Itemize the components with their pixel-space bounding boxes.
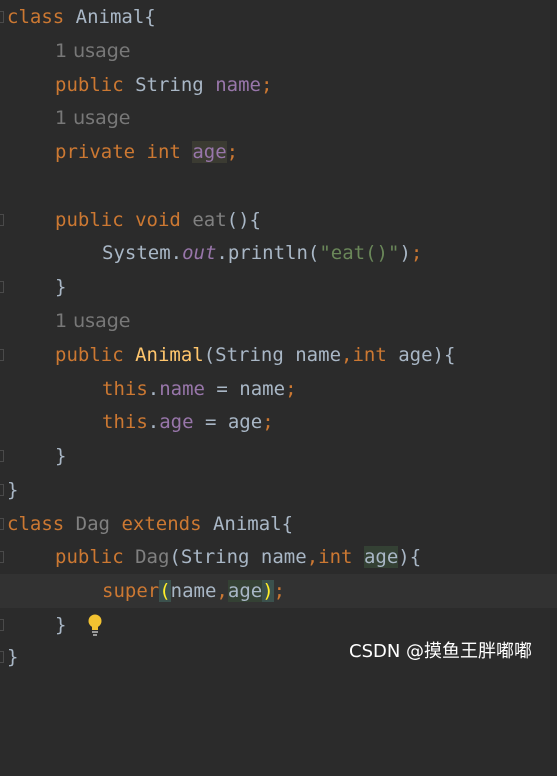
punctuation: (){ (226, 209, 261, 231)
comma: , (216, 580, 228, 602)
semicolon: ; (260, 74, 273, 96)
keyword: int (146, 141, 181, 163)
usage-hint[interactable]: 1 usage (55, 34, 130, 68)
current-code-line[interactable]: super(name,age); (0, 574, 557, 636)
fold-marker-icon[interactable] (0, 349, 4, 361)
fold-marker-icon[interactable] (0, 450, 4, 462)
closing-brace: } (7, 479, 19, 501)
code-line[interactable]: } (0, 473, 557, 507)
comma: , (341, 344, 353, 366)
comma: , (306, 546, 319, 568)
semicolon: ; (262, 411, 274, 433)
semicolon: ; (410, 242, 423, 264)
fold-marker-icon[interactable] (0, 281, 4, 293)
superclass-name: Animal{ (212, 513, 294, 535)
closing-brace: } (55, 614, 67, 636)
keyword: public (55, 74, 124, 96)
keyword: this (102, 378, 148, 400)
code-line[interactable]: private int age; (0, 135, 557, 169)
fold-marker-icon[interactable] (0, 551, 4, 563)
fold-marker-icon[interactable] (0, 518, 4, 530)
param-highlighted: age (363, 546, 399, 568)
class-ref: System. (102, 242, 183, 264)
fold-marker-icon[interactable] (0, 651, 4, 663)
field-name: name (159, 378, 205, 400)
keyword: int (352, 344, 387, 366)
usage-hint-line[interactable]: 1 usage (0, 34, 557, 68)
code-line[interactable]: this.age = age; (0, 405, 557, 439)
code-line[interactable]: class Dag extends Animal{ (0, 507, 557, 541)
params-end: ){ (398, 546, 422, 568)
lightbulb-icon[interactable] (18, 579, 102, 636)
params: (String name (169, 546, 307, 568)
code-line[interactable]: } (0, 608, 557, 642)
code-line[interactable]: } (0, 439, 557, 473)
code-line[interactable]: } (0, 270, 557, 304)
keyword: public (55, 209, 124, 231)
code-line[interactable]: public Dag(String name,int age){ (0, 540, 557, 574)
paren-match: ) (262, 580, 274, 602)
dot: . (147, 378, 160, 400)
punctuation: ) (399, 242, 411, 264)
argument-highlighted: age (227, 580, 263, 602)
code-line[interactable]: public void eat(){ (0, 203, 557, 237)
field-name: name (215, 74, 261, 96)
semicolon: ; (273, 580, 286, 602)
assignment: = age (193, 411, 263, 433)
keyword: this (102, 411, 148, 433)
keyword: super (102, 580, 160, 602)
code-line[interactable]: System.out.println("eat()"); (0, 236, 557, 270)
static-field: out (182, 242, 217, 264)
keyword: public (55, 546, 124, 568)
constructor-name: Dag (135, 546, 170, 568)
keyword: public (55, 344, 124, 366)
closing-brace: } (55, 445, 67, 467)
watermark: CSDN @摸鱼王胖嘟嘟 (349, 641, 533, 662)
semicolon: ; (285, 378, 297, 400)
keyword: int (318, 546, 353, 568)
fold-marker-icon[interactable] (0, 484, 4, 496)
string-literal: "eat()" (319, 242, 400, 264)
method-name: eat (192, 209, 227, 231)
fold-marker-icon[interactable] (0, 619, 4, 631)
usage-hint[interactable]: 1 usage (55, 101, 130, 135)
code-line[interactable]: class Animal{ (0, 0, 557, 34)
method-call: .println( (216, 242, 320, 264)
fold-marker-icon[interactable] (0, 11, 4, 23)
code-editor[interactable]: class Animal{ 1 usage public String name… (0, 0, 557, 674)
params: (String name (203, 344, 342, 366)
semicolon: ; (226, 141, 239, 163)
keyword: private (55, 141, 136, 163)
usage-hint-line[interactable]: 1 usage (0, 101, 557, 135)
class-name: Dag (75, 513, 110, 535)
fold-marker-icon[interactable] (0, 214, 4, 226)
constructor-name: Animal (135, 344, 204, 366)
keyword: void (135, 209, 181, 231)
field-name-highlighted: age (192, 141, 227, 163)
keyword: extends (121, 513, 202, 535)
blank-line[interactable] (0, 169, 557, 203)
usage-hint[interactable]: 1 usage (55, 304, 130, 338)
paren-match: ( (159, 580, 171, 602)
assignment: = name (204, 378, 286, 400)
code-line[interactable]: public String name; (0, 68, 557, 102)
keyword: class (7, 513, 65, 535)
code-line[interactable]: this.name = name; (0, 372, 557, 406)
class-name: Animal{ (75, 6, 156, 28)
closing-brace: } (55, 276, 67, 298)
params-end: age){ (386, 344, 456, 366)
keyword: class (7, 6, 65, 28)
dot: . (147, 411, 160, 433)
usage-hint-line[interactable]: 1 usage (0, 304, 557, 338)
argument: name (170, 580, 217, 602)
closing-brace: } (7, 646, 19, 668)
field-name: age (159, 411, 194, 433)
code-line[interactable]: public Animal(String name,int age){ (0, 338, 557, 372)
type-name: String (135, 74, 204, 96)
